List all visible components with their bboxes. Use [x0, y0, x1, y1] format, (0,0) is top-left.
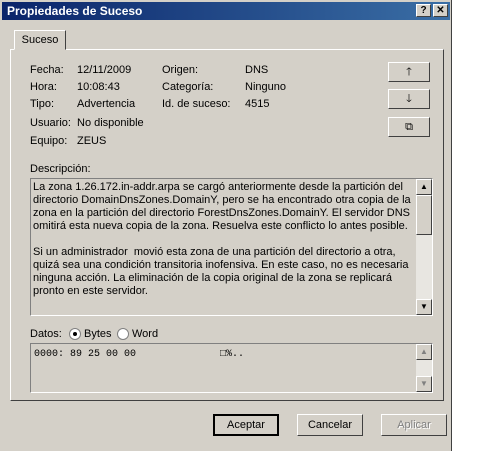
title-bar[interactable]: Propiedades de Suceso ? ✕	[2, 2, 450, 20]
copy-icon: ⧉	[405, 121, 413, 133]
window-title: Propiedades de Suceso	[7, 4, 143, 18]
previous-event-button[interactable]: 🡑	[388, 62, 430, 82]
apply-button[interactable]: Aplicar	[381, 414, 447, 436]
tipo-label: Tipo:	[30, 98, 55, 110]
description-label: Descripción:	[30, 163, 91, 175]
data-label: Datos:	[30, 328, 62, 340]
bytes-radio[interactable]	[69, 328, 81, 340]
origen-value: DNS	[245, 64, 269, 76]
bytes-label[interactable]: Bytes	[84, 328, 112, 340]
ok-button[interactable]: Aceptar	[213, 414, 279, 436]
id-label: Id. de suceso:	[162, 98, 231, 110]
description-textbox[interactable]: La zona 1.26.172.in-addr.arpa se cargó a…	[30, 178, 433, 316]
equipo-label: Equipo:	[30, 135, 68, 147]
description-scrollbar[interactable]: ▲ ▼	[416, 179, 432, 315]
categoria-value: Ninguno	[245, 81, 286, 93]
close-button[interactable]: ✕	[433, 4, 448, 17]
description-text: La zona 1.26.172.in-addr.arpa se cargó a…	[33, 181, 411, 297]
origen-label: Origen:	[162, 64, 199, 76]
data-scrollbar[interactable]: ▲ ▼	[416, 344, 432, 392]
fecha-value: 12/11/2009	[77, 64, 132, 76]
hora-value: 10:08:43	[77, 81, 120, 93]
hora-label: Hora:	[30, 81, 57, 93]
help-button[interactable]: ?	[416, 4, 431, 17]
scroll-thumb[interactable]	[416, 195, 432, 235]
next-event-button[interactable]: 🡓	[388, 89, 430, 109]
tab-suceso[interactable]: Suceso	[14, 30, 66, 50]
tipo-value: Advertencia	[77, 98, 136, 110]
usuario-value: No disponible	[77, 117, 144, 129]
arrow-down-icon: 🡓	[406, 93, 412, 105]
scroll-up-icon[interactable]: ▲	[416, 179, 432, 195]
fecha-label: Fecha:	[30, 64, 64, 76]
equipo-value: ZEUS	[77, 135, 107, 147]
id-value: 4515	[245, 98, 270, 110]
word-label[interactable]: Word	[132, 328, 158, 340]
arrow-up-icon: 🡑	[406, 66, 412, 78]
data-scroll-down-icon[interactable]: ▼	[416, 376, 432, 392]
data-scroll-up-icon[interactable]: ▲	[416, 344, 432, 360]
cancel-button[interactable]: Cancelar	[297, 414, 363, 436]
event-properties-window: Propiedades de Suceso ? ✕ Suceso Fecha: …	[0, 0, 452, 451]
scroll-down-icon[interactable]: ▼	[416, 299, 432, 315]
categoria-label: Categoría:	[162, 81, 214, 93]
copy-button[interactable]: ⧉	[388, 117, 430, 137]
data-content: 0000: 89 25 00 00 □%..	[34, 349, 245, 360]
usuario-label: Usuario:	[30, 117, 71, 129]
word-radio[interactable]	[117, 328, 129, 340]
data-textbox[interactable]: 0000: 89 25 00 00 □%.. ▲ ▼	[30, 343, 433, 393]
